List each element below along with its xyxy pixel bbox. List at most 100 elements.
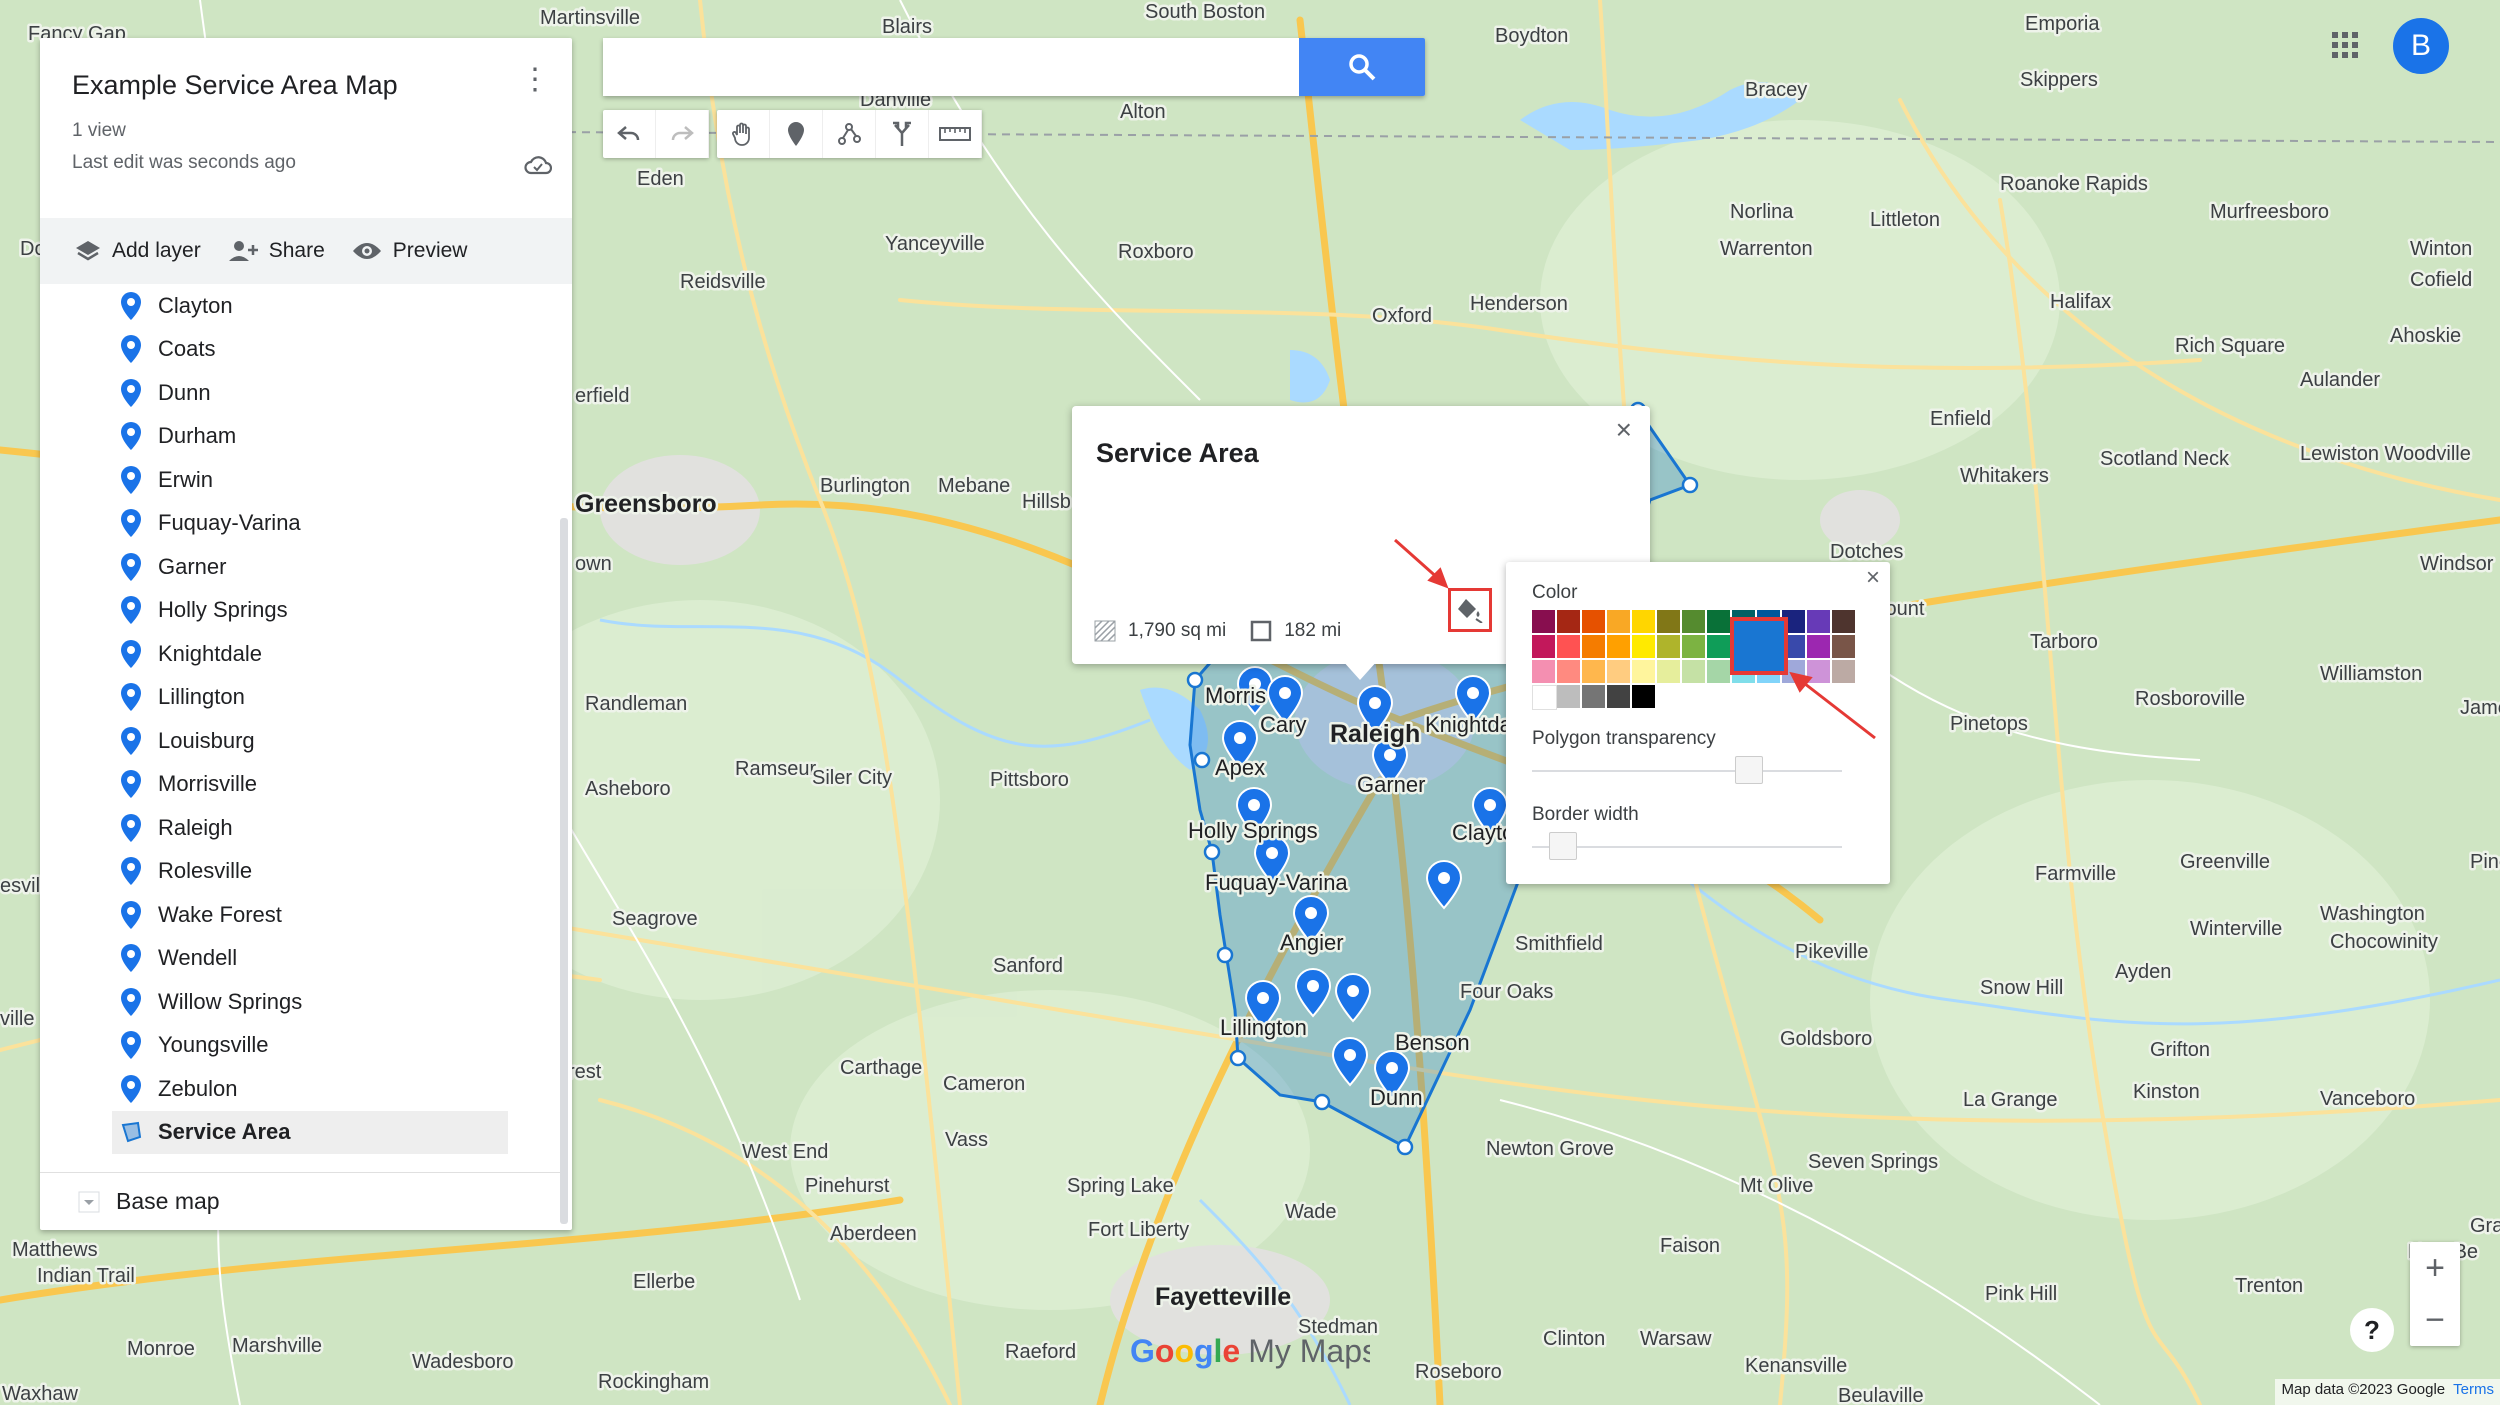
color-swatch[interactable] [1707, 660, 1730, 683]
color-swatch[interactable] [1632, 610, 1655, 633]
color-swatch[interactable] [1832, 660, 1855, 683]
panel-scrollbar[interactable] [560, 518, 568, 1224]
list-item[interactable]: Knightdale [40, 632, 572, 676]
color-swatch[interactable] [1607, 635, 1630, 658]
color-swatch[interactable] [1532, 685, 1557, 710]
zoom-out-button[interactable]: − [2410, 1294, 2460, 1346]
color-swatch[interactable] [1607, 685, 1630, 708]
color-swatch[interactable] [1707, 610, 1730, 633]
border-width-slider-thumb[interactable] [1549, 832, 1577, 860]
list-item[interactable]: Coats [40, 328, 572, 372]
map-place-label: esvil [0, 875, 40, 897]
selected-color-swatch[interactable] [1730, 617, 1788, 675]
color-swatch[interactable] [1632, 660, 1655, 683]
color-swatch[interactable] [1657, 635, 1680, 658]
list-item-service-area[interactable]: Service Area [112, 1110, 508, 1154]
more-options-icon[interactable]: ⋮ [520, 65, 550, 95]
search-button[interactable] [1299, 38, 1425, 96]
color-swatch[interactable] [1582, 610, 1605, 633]
list-item[interactable]: Lillington [40, 676, 572, 720]
list-item[interactable]: Louisburg [40, 719, 572, 763]
map-place-label: Jamesv [2460, 697, 2500, 719]
undo-button[interactable] [603, 110, 656, 158]
feature-title[interactable]: Service Area [1096, 438, 1259, 469]
add-layer-button[interactable]: Add layer [74, 239, 201, 263]
paint-bucket-icon [1458, 599, 1483, 623]
terms-link[interactable]: Terms [2453, 1381, 2494, 1403]
color-swatch[interactable] [1682, 660, 1705, 683]
preview-button[interactable]: Preview [351, 239, 467, 263]
border-width-slider-track[interactable] [1532, 846, 1842, 848]
select-items-button[interactable] [717, 110, 770, 158]
list-item[interactable]: Raleigh [40, 806, 572, 850]
directions-button[interactable] [876, 110, 929, 158]
map-title[interactable]: Example Service Area Map [72, 70, 540, 101]
color-swatch[interactable] [1682, 610, 1705, 633]
color-swatch[interactable] [1807, 610, 1830, 633]
transparency-slider-track[interactable] [1532, 770, 1842, 772]
zoom-in-button[interactable]: + [2410, 1242, 2460, 1294]
account-avatar[interactable]: B [2393, 18, 2449, 74]
color-swatch[interactable] [1807, 660, 1830, 683]
add-marker-button[interactable] [770, 110, 823, 158]
map-place-label: Washington [2320, 903, 2425, 925]
chevron-down-icon[interactable] [78, 1191, 100, 1213]
view-count: 1 view [72, 120, 126, 141]
list-item[interactable]: Clayton [40, 284, 572, 328]
list-item[interactable]: Wake Forest [40, 893, 572, 937]
color-swatch[interactable] [1657, 660, 1680, 683]
search-input[interactable] [603, 38, 1301, 96]
ruler-icon [939, 127, 971, 141]
map-place-label: Raleigh [1330, 720, 1420, 748]
color-swatch[interactable] [1607, 610, 1630, 633]
list-item[interactable]: Erwin [40, 458, 572, 502]
share-button[interactable]: Share [227, 239, 325, 263]
transparency-slider-thumb[interactable] [1735, 756, 1763, 784]
color-swatch[interactable] [1807, 635, 1830, 658]
measure-button[interactable] [929, 110, 982, 158]
color-swatch[interactable] [1582, 660, 1605, 683]
color-swatch[interactable] [1557, 685, 1580, 708]
color-swatch[interactable] [1582, 685, 1605, 708]
color-swatch[interactable] [1632, 685, 1655, 708]
list-item[interactable]: Holly Springs [40, 589, 572, 633]
color-swatch[interactable] [1832, 635, 1855, 658]
list-item[interactable]: Zebulon [40, 1067, 572, 1111]
color-swatch[interactable] [1532, 635, 1555, 658]
help-icon[interactable]: ? [2350, 1308, 2394, 1352]
redo-button[interactable] [656, 110, 709, 158]
color-swatch[interactable] [1557, 635, 1580, 658]
color-swatch[interactable] [1557, 610, 1580, 633]
map-place-label: Winton [2410, 238, 2472, 260]
close-icon[interactable]: × [1616, 414, 1632, 446]
list-item[interactable]: Fuquay-Varina [40, 502, 572, 546]
apps-grid-icon[interactable] [2330, 30, 2360, 60]
color-swatch[interactable] [1832, 610, 1855, 633]
style-button[interactable] [1448, 588, 1492, 632]
list-item-label: Clayton [158, 292, 233, 318]
map-place-label: Martinsville [540, 7, 640, 29]
color-swatch[interactable] [1532, 610, 1555, 633]
color-swatch[interactable] [1632, 635, 1655, 658]
list-item[interactable]: Willow Springs [40, 980, 572, 1024]
draw-line-button[interactable] [823, 110, 876, 158]
color-swatch[interactable] [1557, 660, 1580, 683]
color-swatch[interactable] [1607, 660, 1630, 683]
color-swatch[interactable] [1582, 635, 1605, 658]
color-swatch[interactable] [1657, 610, 1680, 633]
list-item[interactable]: Wendell [40, 937, 572, 981]
base-map-row[interactable]: Base map [40, 1172, 560, 1230]
color-swatch[interactable] [1707, 635, 1730, 658]
map-place-label: Alton [1120, 101, 1166, 123]
color-swatch[interactable] [1532, 660, 1555, 683]
list-item[interactable]: Morrisville [40, 763, 572, 807]
color-swatch[interactable] [1682, 635, 1705, 658]
map-place-label: Mt Olive [1740, 1175, 1813, 1197]
list-item[interactable]: Dunn [40, 371, 572, 415]
list-item[interactable]: Rolesville [40, 850, 572, 894]
map-place-label: Cofield [2410, 269, 2472, 291]
close-icon[interactable]: × [1866, 564, 1880, 592]
list-item[interactable]: Garner [40, 545, 572, 589]
list-item[interactable]: Durham [40, 415, 572, 459]
list-item[interactable]: Youngsville [40, 1024, 572, 1068]
